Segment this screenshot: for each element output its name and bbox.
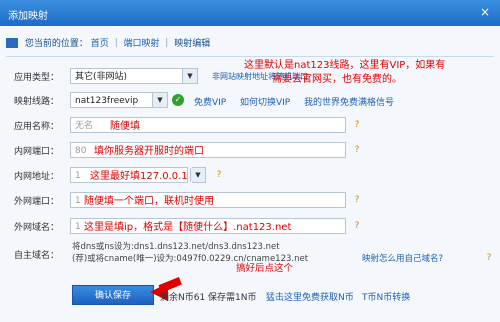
question-icon[interactable]: ? xyxy=(484,253,494,263)
self-domain-line-1: 将dns或ns设为:dns1.dns123.net/dns3.dns123.ne… xyxy=(72,242,280,252)
question-icon[interactable]: ? xyxy=(352,145,362,155)
annotation-wan-domain: 这里是填ip，格式是【随便什么】.nat123.net xyxy=(84,222,292,233)
annotation-wan-port: 随便填一个端口，联机时使用 xyxy=(84,196,214,207)
window-title: 添加映射 xyxy=(8,11,48,22)
self-domain-label: 自主域名： xyxy=(14,251,60,261)
breadcrumb-prefix: 您当前的位置： xyxy=(24,39,88,49)
wan-port-placeholder: 1 xyxy=(75,196,81,206)
line-value: nat123freevip xyxy=(75,96,139,106)
close-button[interactable]: × xyxy=(476,4,494,20)
breadcrumb-port-mapping[interactable]: 端口映射 xyxy=(124,39,160,49)
annotation-self-domain: 搞好后点这个 xyxy=(236,263,294,274)
lan-port-label: 内网端口： xyxy=(14,147,60,157)
annotation-lan-addr: 这里最好填127.0.0.1 xyxy=(90,171,188,182)
line-select[interactable]: nat123freevip ▼ xyxy=(70,92,168,108)
app-name-placeholder: 无名 xyxy=(75,121,94,131)
free-nb-link[interactable]: 猛击这里免费获取N币 xyxy=(266,290,354,303)
custom-domain-help-link[interactable]: 映射怎么用自己域名? xyxy=(362,252,443,264)
question-icon[interactable]: ? xyxy=(352,120,362,130)
app-type-select[interactable]: 其它(非网站) ▼ xyxy=(70,68,198,84)
question-icon[interactable]: ? xyxy=(352,195,362,205)
confirm-save-button[interactable]: 确认保存 xyxy=(72,285,154,305)
chevron-down-icon[interactable]: ▼ xyxy=(152,93,167,107)
breadcrumb: 您当前的位置： 首页 ｜ 端口映射 ｜ 映射编辑 xyxy=(6,36,210,49)
lan-addr-label: 内网地址： xyxy=(14,172,60,182)
breadcrumb-home[interactable]: 首页 xyxy=(91,39,109,49)
breadcrumb-mapping-edit: 映射编辑 xyxy=(174,39,211,49)
balance-text: 剩余N币61 保存需1N币 xyxy=(160,293,257,303)
question-icon[interactable]: ? xyxy=(214,170,224,180)
lan-port-placeholder: 80 xyxy=(75,146,87,156)
minecraft-vip-link[interactable]: 我的世界免费满格信号 xyxy=(304,95,394,108)
app-name-label: 应用名称： xyxy=(14,122,60,132)
switch-vip-link[interactable]: 如何切换VIP xyxy=(240,95,290,108)
line-label: 映射线路： xyxy=(14,97,60,107)
wan-domain-label: 外网域名： xyxy=(14,223,60,233)
annotation-lan-port: 填你服务器开服时的端口 xyxy=(94,146,204,157)
wan-port-label: 外网端口： xyxy=(14,197,60,207)
lan-addr-dropdown[interactable]: ▼ xyxy=(190,167,206,183)
title-bar: 添加映射 × xyxy=(0,0,500,26)
dialog-content: 您当前的位置： 首页 ｜ 端口映射 ｜ 映射编辑 应用类型： 其它(非网站) ▼… xyxy=(0,26,500,322)
question-icon[interactable]: ? xyxy=(352,221,362,231)
chevron-down-icon[interactable]: ▼ xyxy=(190,168,205,182)
annotation-line-info-1: 这里默认是nat123线路，这里有VIP，如果有 xyxy=(244,60,446,71)
breadcrumb-sep-1: ｜ xyxy=(111,39,124,49)
home-icon xyxy=(6,37,18,48)
app-type-label: 应用类型： xyxy=(14,73,60,83)
convert-link[interactable]: T币N币转换 xyxy=(362,290,410,303)
check-icon: ✓ xyxy=(172,94,184,106)
lan-addr-placeholder: 1 xyxy=(75,171,81,181)
chevron-down-icon[interactable]: ▼ xyxy=(182,69,197,83)
annotation-app-name: 随便填 xyxy=(110,121,140,132)
breadcrumb-sep-2: ｜ xyxy=(162,39,175,49)
wan-domain-placeholder: 1 xyxy=(75,222,81,232)
annotation-line-info-2: 需要去官网买，也有免费的。 xyxy=(272,74,402,85)
app-type-value: 其它(非网站) xyxy=(75,72,128,82)
free-vip-link[interactable]: 免费VIP xyxy=(194,95,226,108)
